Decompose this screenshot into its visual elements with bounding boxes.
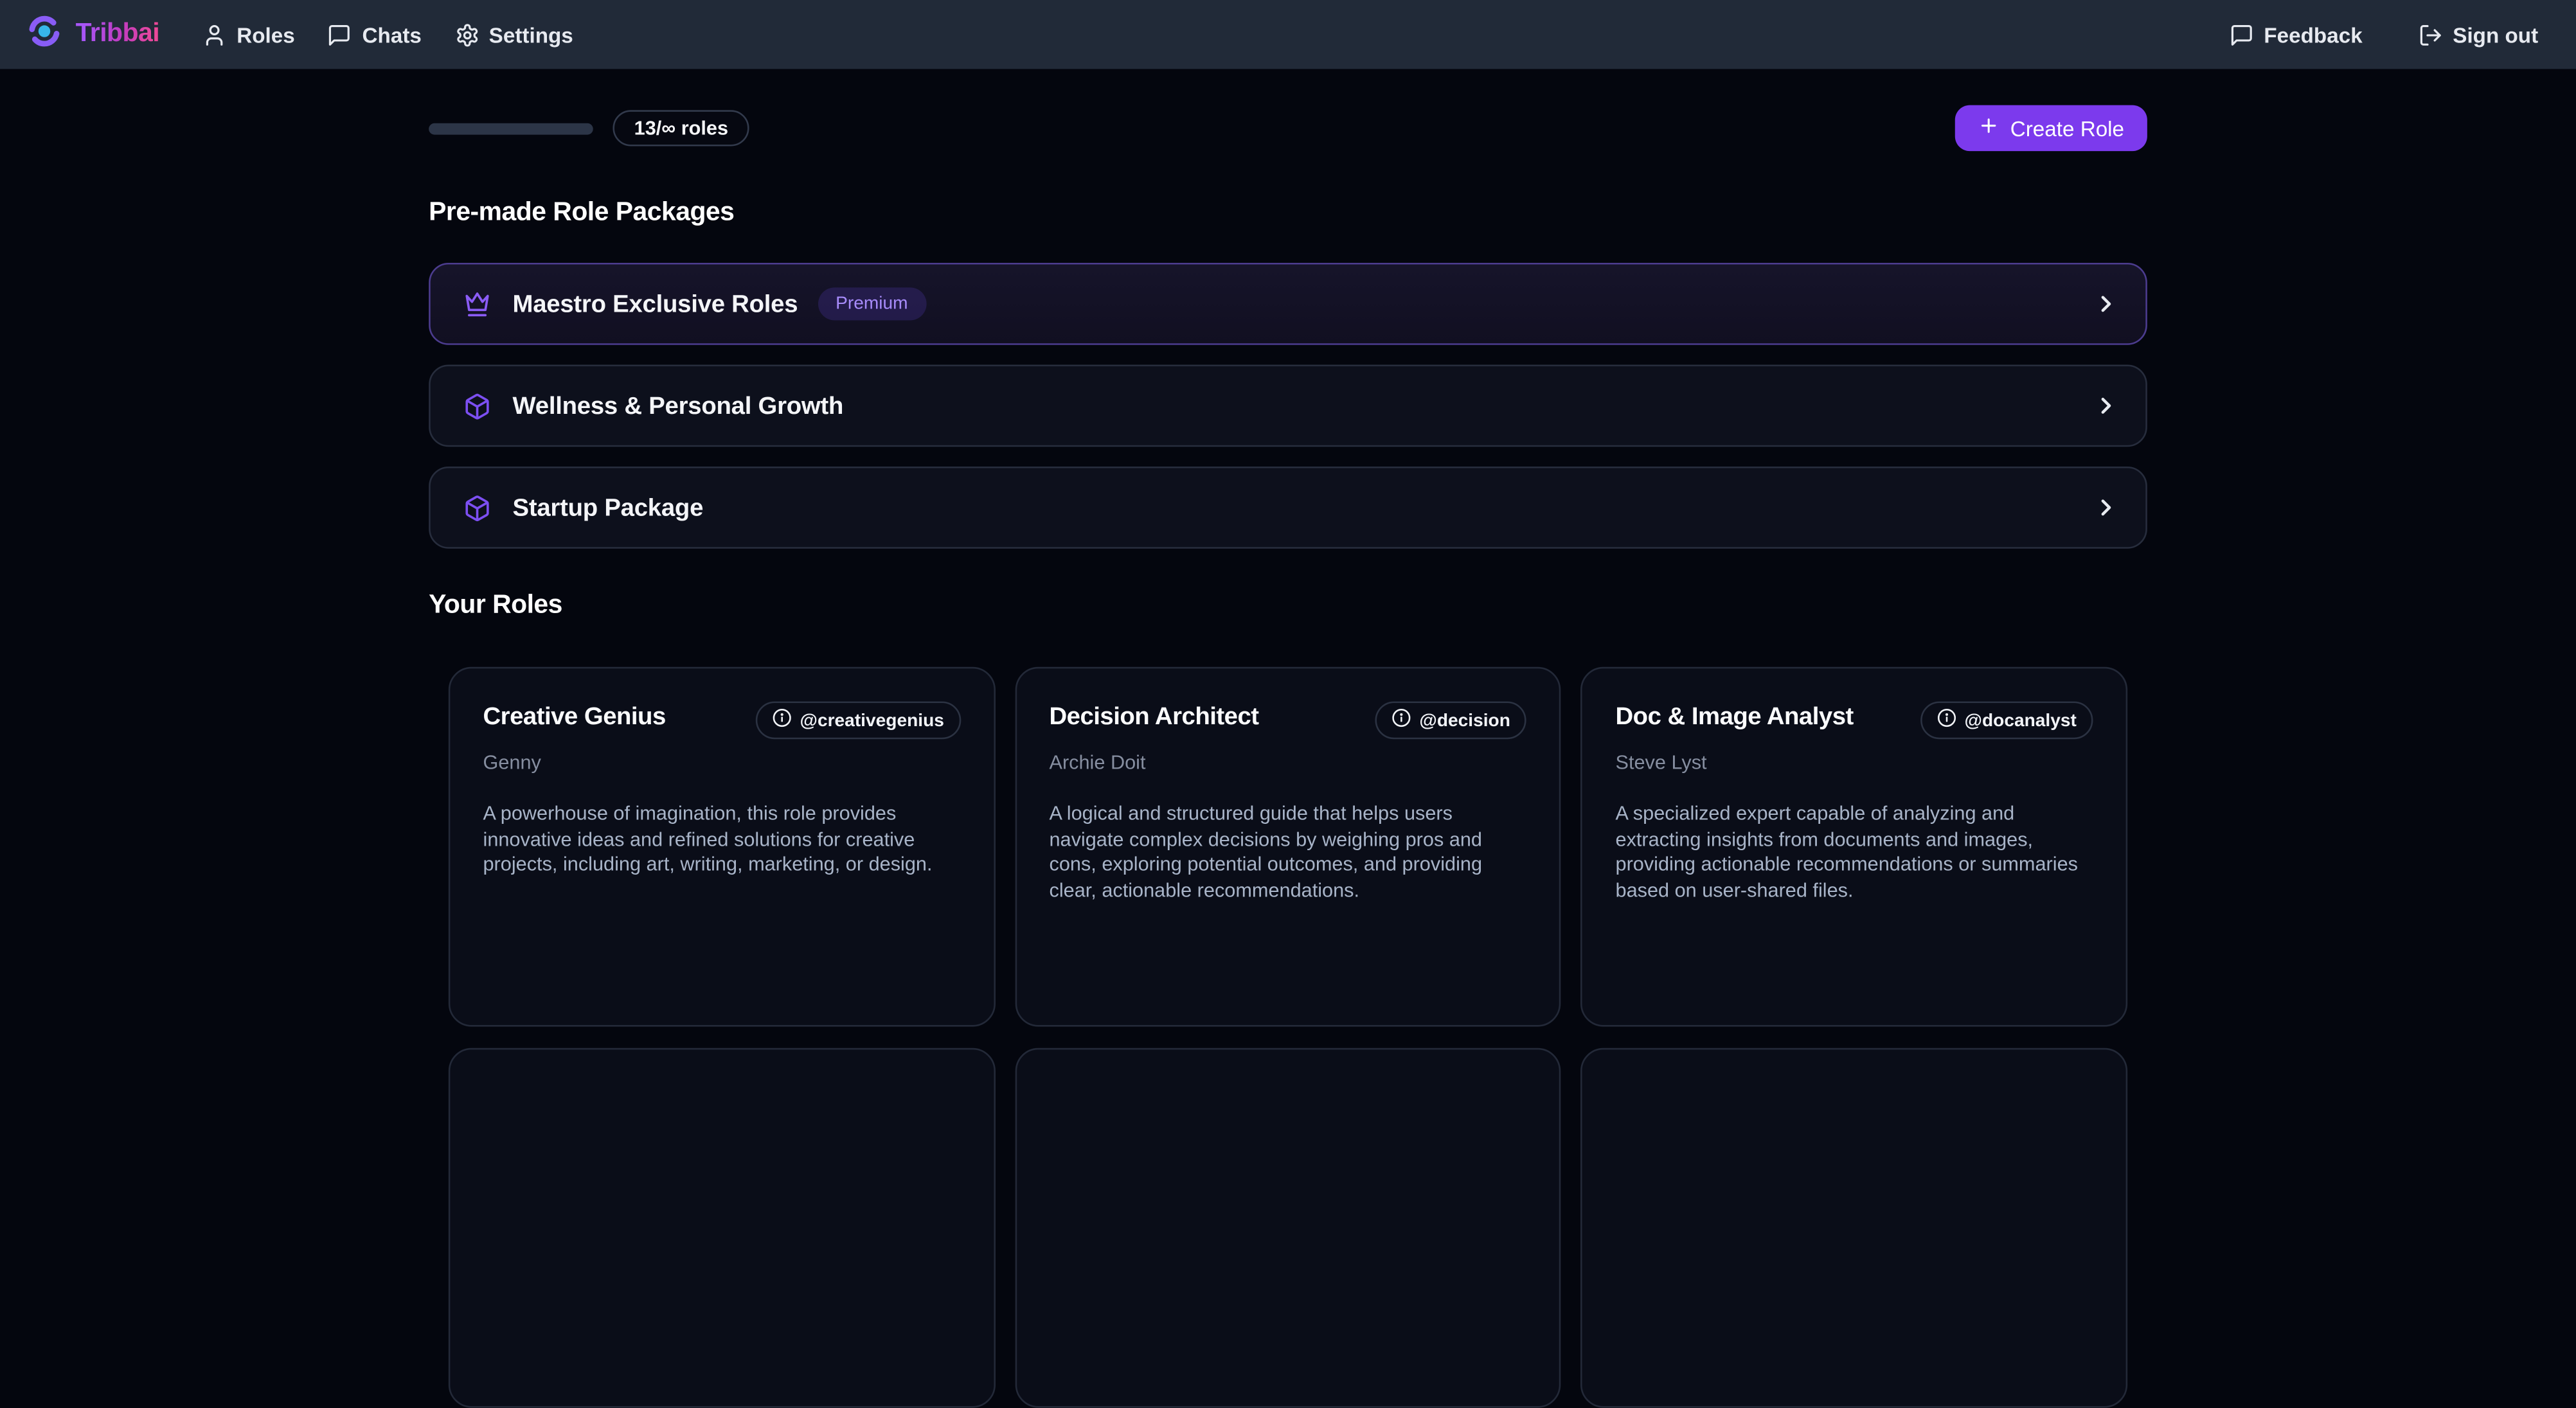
role-title: Decision Architect xyxy=(1049,701,1375,731)
create-role-label: Create Role xyxy=(2010,116,2124,140)
role-card-creative-genius[interactable]: Creative Genius @creativegenius Genny A … xyxy=(449,667,995,1027)
role-cards-area: Creative Genius @creativegenius Genny A … xyxy=(429,667,2147,1408)
gear-icon xyxy=(454,22,479,47)
chat-icon xyxy=(328,22,352,47)
role-description: A specialized expert capable of analyzin… xyxy=(1616,801,2093,904)
package-icon xyxy=(463,392,491,420)
plus-icon xyxy=(1978,115,1999,141)
crown-icon xyxy=(463,290,491,317)
package-title: Maestro Exclusive Roles xyxy=(513,290,798,317)
main-content: 13/∞ roles Create Role Pre-made Role Pac… xyxy=(429,69,2147,1407)
role-handle-badge[interactable]: @decision xyxy=(1375,701,1526,739)
nav-settings[interactable]: Settings xyxy=(454,22,573,47)
package-title: Startup Package xyxy=(513,494,704,521)
role-description: A powerhouse of imagination, this role p… xyxy=(483,801,960,878)
role-handle-badge[interactable]: @creativegenius xyxy=(756,701,961,739)
role-handle: @docanalyst xyxy=(1965,711,2077,731)
chevron-right-icon xyxy=(2093,290,2119,317)
nav-roles-label: Roles xyxy=(237,22,295,47)
user-icon xyxy=(202,22,227,47)
card-header: Decision Architect @decision xyxy=(1049,701,1526,739)
role-cards-row-1: Creative Genius @creativegenius Genny A … xyxy=(449,667,2127,1027)
card-header: Doc & Image Analyst @docanalyst xyxy=(1616,701,2093,739)
nav-chats-label: Chats xyxy=(362,22,422,47)
signout-icon xyxy=(2419,22,2443,47)
your-roles-section-title: Your Roles xyxy=(429,591,2147,621)
nav-chats[interactable]: Chats xyxy=(328,22,422,47)
signout-label: Sign out xyxy=(2453,22,2538,47)
package-row-startup[interactable]: Startup Package xyxy=(429,467,2147,549)
topbar-right: Feedback Sign out xyxy=(2230,22,2539,47)
package-title: Wellness & Personal Growth xyxy=(513,392,844,420)
role-card[interactable] xyxy=(1581,1048,2127,1408)
app-window: Tribbai Roles Chats xyxy=(0,0,2576,1053)
role-card-decision-architect[interactable]: Decision Architect @decision Archie Doit… xyxy=(1015,667,1561,1027)
feedback-label: Feedback xyxy=(2264,22,2362,47)
create-role-button[interactable]: Create Role xyxy=(1954,105,2147,152)
role-card-doc-image-analyst[interactable]: Doc & Image Analyst @docanalyst Steve Ly… xyxy=(1581,667,2127,1027)
chevron-right-icon xyxy=(2093,393,2119,419)
info-icon xyxy=(1936,708,1956,733)
card-header: Creative Genius @creativegenius xyxy=(483,701,960,739)
package-icon xyxy=(463,494,491,521)
role-card[interactable] xyxy=(1015,1048,1561,1408)
role-cards-row-2 xyxy=(449,1048,2127,1408)
role-description: A logical and structured guide that help… xyxy=(1049,801,1526,904)
package-row-wellness[interactable]: Wellness & Personal Growth xyxy=(429,364,2147,447)
roles-quota-badge: 13/∞ roles xyxy=(613,110,749,146)
role-handle: @decision xyxy=(1419,711,1510,731)
chevron-right-icon xyxy=(2093,494,2119,521)
roles-usage-progressbar xyxy=(429,122,593,134)
info-icon xyxy=(1391,708,1411,733)
role-subtitle: Genny xyxy=(483,751,960,774)
role-card[interactable] xyxy=(449,1048,995,1408)
tribbai-logo-icon xyxy=(26,12,62,57)
brand-logo[interactable]: Tribbai xyxy=(26,12,159,57)
info-icon xyxy=(772,708,792,733)
roles-usage-header: 13/∞ roles Create Role xyxy=(429,105,2147,152)
role-title: Creative Genius xyxy=(483,701,755,731)
role-subtitle: Archie Doit xyxy=(1049,751,1526,774)
role-title: Doc & Image Analyst xyxy=(1616,701,1920,731)
package-row-maestro[interactable]: Maestro Exclusive Roles Premium xyxy=(429,263,2147,345)
role-handle-badge[interactable]: @docanalyst xyxy=(1920,701,2093,739)
role-subtitle: Steve Lyst xyxy=(1616,751,2093,774)
nav-roles[interactable]: Roles xyxy=(202,22,295,47)
premium-badge: Premium xyxy=(818,287,926,320)
package-list: Maestro Exclusive Roles Premium Wellness… xyxy=(429,263,2147,549)
nav-settings-label: Settings xyxy=(489,22,573,47)
feedback-icon xyxy=(2230,22,2254,47)
main-nav: Roles Chats Settings xyxy=(202,22,573,47)
packages-section-title: Pre-made Role Packages xyxy=(429,199,2147,228)
role-handle: @creativegenius xyxy=(800,711,944,731)
feedback-button[interactable]: Feedback xyxy=(2230,22,2363,47)
topbar: Tribbai Roles Chats xyxy=(0,0,2576,69)
signout-button[interactable]: Sign out xyxy=(2419,22,2539,47)
brand-name: Tribbai xyxy=(76,20,160,49)
